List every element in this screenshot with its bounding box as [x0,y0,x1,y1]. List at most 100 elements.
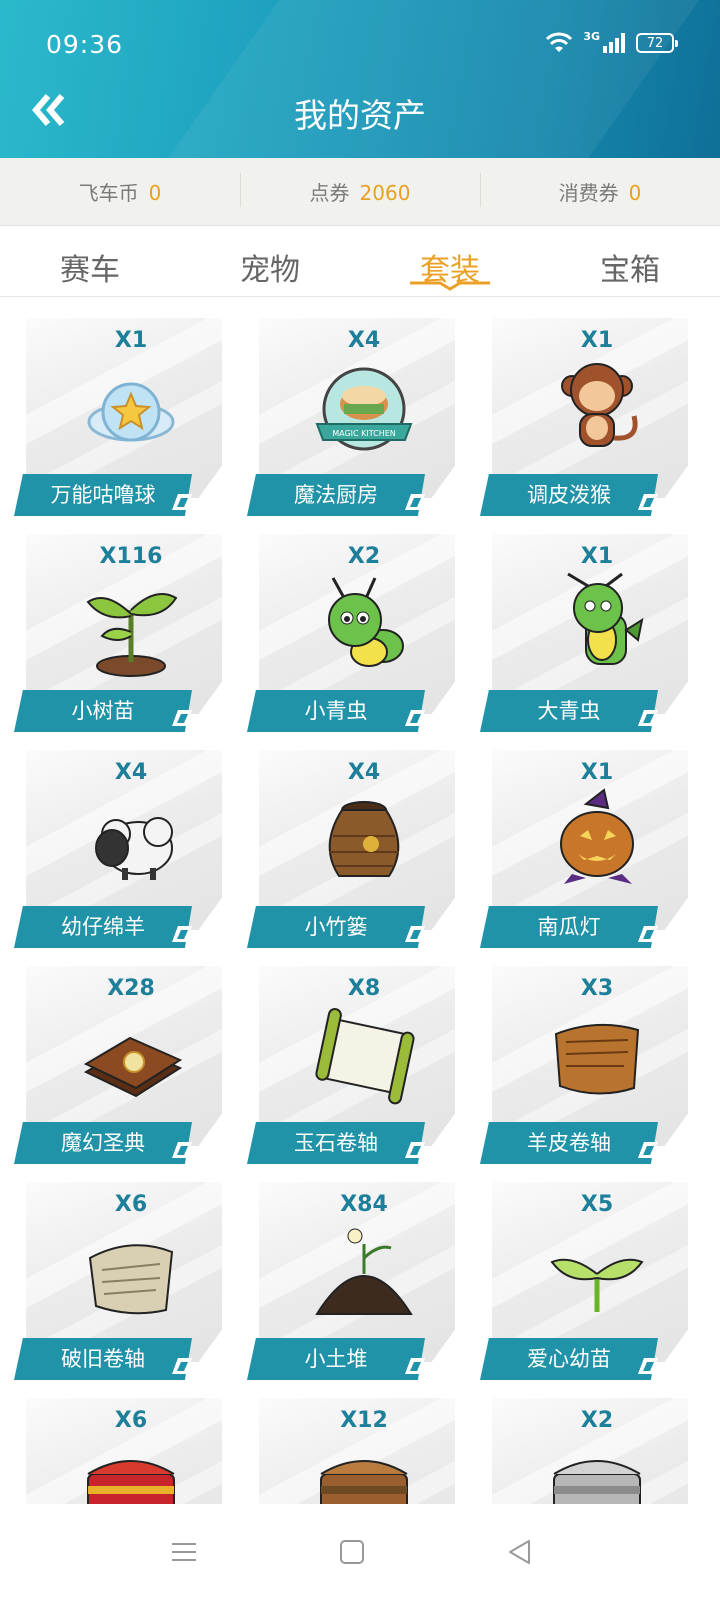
star-ball-icon [87,382,175,442]
item-count: X4 [347,760,381,785]
battery-level: 72 [646,35,664,51]
item-name: 小青虫 [247,690,425,732]
pumpkin-lantern-icon [560,788,634,884]
item-card[interactable]: X6 破旧卷轴 [14,1182,224,1388]
back-nav-icon[interactable] [502,1534,538,1570]
item-name: 魔法厨房 [247,474,425,516]
system-nav-bar [0,1504,720,1600]
item-card[interactable]: X116 小树苗 [14,534,224,740]
corner-mark-icon [172,710,192,726]
corner-mark-icon [638,926,658,942]
currency-value: 2060 [359,181,411,205]
corner-mark-icon [172,926,192,942]
item-name: 小竹篓 [247,906,425,948]
currency-feichebi: 飞车币 0 [0,177,240,206]
red-chest-icon [87,1460,175,1504]
item-name: 南瓜灯 [480,906,658,948]
status-icons: 3G 72 [545,29,678,54]
item-card[interactable]: X4 幼仔绵羊 [14,750,224,956]
item-count: X1 [580,544,614,569]
item-count: X6 [114,1408,148,1433]
currency-dianquan: 点券 2060 [240,173,480,207]
magic-book-icon [83,1036,183,1098]
tab-chests[interactable]: 宝箱 [540,227,720,296]
currency-label: 点券 [309,181,350,205]
item-count: X5 [580,1192,614,1217]
silver-chest-icon [553,1460,641,1504]
item-count: X4 [347,328,381,353]
item-card[interactable]: X5 爱心幼苗 [480,1182,690,1388]
heart-sprout-icon [550,1258,644,1312]
item-card[interactable]: X8 玉石卷轴 [247,966,457,1172]
currency-value: 0 [148,181,162,205]
item-name: 调皮泼猴 [480,474,658,516]
item-count: X3 [580,976,614,1001]
corner-mark-icon [638,1142,658,1158]
item-grid: X1 万能咕噜球 X4 MAGIC KITCHEN 魔法厨房 X1 调皮泼猴 X116 小树苗 X… [14,318,706,1504]
corner-mark-icon [405,710,425,726]
currency-label: 飞车币 [78,181,139,205]
item-card[interactable]: X1 万能咕噜球 [14,318,224,524]
item-count: X12 [340,1408,388,1433]
item-card[interactable]: X4 MAGIC KITCHEN 魔法厨房 [247,318,457,524]
small-caterpillar-icon [328,577,404,667]
corner-mark-icon [172,494,192,510]
network-type: 3G [583,29,600,43]
item-card[interactable]: X84 小土堆 [247,1182,457,1388]
corner-mark-icon [172,1142,192,1158]
bamboo-basket-icon [328,801,400,877]
item-card[interactable]: X12 [247,1398,457,1504]
corner-mark-icon [638,1358,658,1374]
item-count: X2 [580,1408,614,1433]
tab-label: 赛车 [60,253,120,288]
item-card[interactable]: X1 调皮泼猴 [480,318,690,524]
corner-mark-icon [405,926,425,942]
menu-icon[interactable] [166,1534,202,1570]
item-card[interactable]: X28 魔幻圣典 [14,966,224,1172]
parchment-scroll-icon [554,1023,640,1095]
item-card[interactable]: X1 南瓜灯 [480,750,690,956]
item-count: X84 [340,1192,388,1217]
item-name: 大青虫 [480,690,658,732]
tab-label: 宝箱 [600,253,660,288]
item-name: 玉石卷轴 [247,1122,425,1164]
currency-value: 0 [628,181,642,205]
big-caterpillar-icon [567,572,644,665]
item-name: 爱心幼苗 [480,1338,658,1380]
item-card[interactable]: X2 小青虫 [247,534,457,740]
item-count: X1 [580,328,614,353]
status-time: 09:36 [46,30,124,59]
jade-scroll-icon [315,1008,415,1105]
status-bar: 09:36 3G 72 [0,0,720,80]
category-tabs: 赛车 宠物 套装 宝箱 [0,227,720,297]
item-name: 小树苗 [14,690,192,732]
item-card[interactable]: X4 小竹篓 [247,750,457,956]
item-card[interactable]: X2 [480,1398,690,1504]
tab-cars[interactable]: 赛车 [0,227,180,296]
item-count: X8 [347,976,381,1001]
magic-kitchen-badge-icon: MAGIC KITCHEN [315,367,413,451]
item-count: X1 [580,760,614,785]
item-name: 小土堆 [247,1338,425,1380]
item-count: X116 [99,544,163,569]
tab-pets[interactable]: 宠物 [180,227,360,296]
dirt-mound-icon [315,1228,413,1315]
wooden-chest-icon [320,1460,408,1504]
tab-outfits[interactable]: 套装 [360,227,540,296]
page-title: 我的资产 [294,96,426,135]
battery-icon: 72 [636,33,678,53]
corner-mark-icon [172,1358,192,1374]
item-count: X1 [114,328,148,353]
item-name: 魔幻圣典 [14,1122,192,1164]
active-tab-indicator [410,281,490,291]
lamb-icon [95,817,173,880]
item-card[interactable]: X3 羊皮卷轴 [480,966,690,1172]
signal-icon [602,32,626,54]
item-name: 幼仔绵羊 [14,906,192,948]
corner-mark-icon [638,710,658,726]
monkey-icon [561,363,638,447]
home-icon[interactable] [334,1534,370,1570]
item-card[interactable]: X1 大青虫 [480,534,690,740]
corner-mark-icon [405,1142,425,1158]
item-card[interactable]: X6 [14,1398,224,1504]
